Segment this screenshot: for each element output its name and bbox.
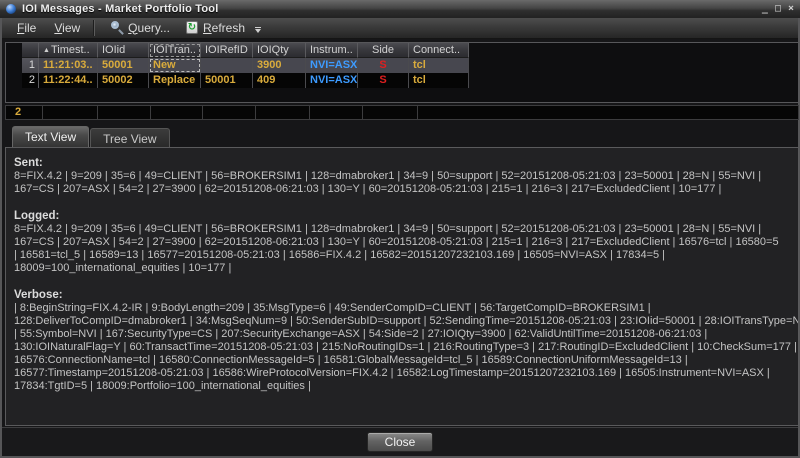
logged-section: Logged: 8=FIX.4.2 | 9=209 | 35=6 | 49=CL… — [14, 210, 790, 275]
column-header-ioitranstype[interactable]: IOITran.. — [149, 43, 201, 58]
row-number: 2 — [22, 73, 39, 88]
cell-connection[interactable]: tcl — [409, 58, 469, 73]
cell-timestamp[interactable]: 11:21:03.. — [39, 58, 98, 73]
cell-instrument[interactable]: NVI=ASX — [306, 58, 358, 73]
refresh-icon: ↻ — [186, 21, 198, 34]
cell-side[interactable]: S — [358, 58, 409, 73]
row-number-header — [22, 43, 39, 58]
cell-ioitranstype[interactable]: New — [149, 58, 201, 73]
cell-connection[interactable]: tcl — [409, 73, 469, 88]
table-row[interactable]: 1 11:21:03.. 50001 New 3900 NVI=ASX S tc… — [22, 58, 469, 73]
cell-ioiid[interactable]: 50002 — [98, 73, 149, 88]
footer-bar: Close — [2, 427, 798, 456]
fix-message-line: | 55:Symbol=NVI | 167:SecurityType=CS | … — [14, 328, 790, 341]
cell-side[interactable]: S — [358, 73, 409, 88]
query-button[interactable]: Query... — [102, 19, 178, 38]
sent-section: Sent: 8=FIX.4.2 | 9=209 | 35=6 | 49=CLIE… — [14, 157, 790, 196]
ioi-table: ▲Timest.. IOIid IOITran.. IOIRefID IOIQt… — [5, 42, 799, 103]
record-count-row: 2 — [5, 105, 799, 120]
window-title: IOI Messages - Market Portfolio Tool — [22, 3, 218, 15]
table-row[interactable]: 2 11:22:44.. 50002 Replace 50001 409 NVI… — [22, 73, 469, 88]
app-window: IOI Messages - Market Portfolio Tool _ □… — [0, 0, 800, 458]
menu-view[interactable]: View — [45, 19, 89, 38]
sort-ascending-icon: ▲ — [43, 47, 50, 54]
fix-message-line: 128:DeliverToCompID=dmabroker1 | 34:MsgS… — [14, 315, 790, 328]
row-number: 1 — [22, 58, 39, 73]
maximize-icon[interactable]: □ — [775, 3, 781, 15]
table-header-row: ▲Timest.. IOIid IOITran.. IOIRefID IOIQt… — [22, 43, 469, 58]
cell-ioiqty[interactable]: 409 — [253, 73, 306, 88]
cell-ioitranstype[interactable]: Replace — [149, 73, 201, 88]
app-icon — [6, 4, 16, 14]
sent-heading: Sent: — [14, 157, 790, 170]
fix-message-line: 17834:TgtID=5 | 18009:Portfolio=100_inte… — [14, 380, 790, 393]
column-header-timestamp[interactable]: ▲Timest.. — [39, 43, 98, 58]
refresh-button-label: Refresh — [203, 21, 245, 35]
search-icon — [110, 21, 123, 34]
tab-tree-view[interactable]: Tree View — [90, 128, 169, 147]
logged-heading: Logged: — [14, 210, 790, 223]
cell-timestamp[interactable]: 11:22:44.. — [39, 73, 98, 88]
tab-text-view[interactable]: Text View — [12, 126, 89, 147]
column-header-connection[interactable]: Connect.. — [409, 43, 469, 58]
cell-ioiqty[interactable]: 3900 — [253, 58, 306, 73]
fix-message-line: 8=FIX.4.2 | 9=209 | 35=6 | 49=CLIENT | 5… — [14, 223, 790, 236]
cell-ioiid[interactable]: 50001 — [98, 58, 149, 73]
fix-message-line: 8=FIX.4.2 | 9=209 | 35=6 | 49=CLIENT | 5… — [14, 170, 790, 183]
fix-message-line: 167=CS | 207=ASX | 54=2 | 27=3900 | 62=2… — [14, 236, 790, 249]
fix-message-line: 16576:ConnectionName=tcl | 16580:Connect… — [14, 354, 790, 367]
query-button-label: Query... — [128, 21, 170, 35]
verbose-section: Verbose: | 8:BeginString=FIX.4.2-IR | 9:… — [14, 289, 790, 393]
fix-message-line: | 8:BeginString=FIX.4.2-IR | 9:BodyLengt… — [14, 302, 790, 315]
menu-bar: File View Query... ↻ Refresh — [2, 18, 798, 39]
fix-message-line: | 16581=tcl_5 | 16589=13 | 16577=2015120… — [14, 249, 790, 262]
close-icon[interactable]: × — [788, 3, 794, 15]
minimize-icon[interactable]: _ — [762, 3, 768, 15]
fix-message-line: 130:IOINaturalFlag=Y | 60:TransactTime=2… — [14, 341, 790, 354]
fix-message-line: 16577:Timestamp=20151208-05:21:03 | 1658… — [14, 367, 790, 380]
record-count: 2 — [6, 106, 43, 119]
fix-message-line: 167=CS | 207=ASX | 54=2 | 27=3900 | 62=2… — [14, 183, 790, 196]
menu-file[interactable]: File — [8, 19, 45, 38]
fix-message-line: 18009=100_international_equities | 10=17… — [14, 262, 790, 275]
cell-ioirefid[interactable] — [201, 58, 253, 73]
text-view-panel: Sent: 8=FIX.4.2 | 9=209 | 35=6 | 49=CLIE… — [5, 147, 799, 426]
view-tabs: Text View Tree View — [12, 126, 171, 147]
verbose-heading: Verbose: — [14, 289, 790, 302]
toolbar-overflow-chevron-icon[interactable] — [255, 23, 261, 33]
cell-ioirefid[interactable]: 50001 — [201, 73, 253, 88]
cell-instrument[interactable]: NVI=ASX — [306, 73, 358, 88]
column-header-side[interactable]: Side — [358, 43, 409, 58]
refresh-button[interactable]: ↻ Refresh — [178, 19, 253, 38]
column-header-ioiid[interactable]: IOIid — [98, 43, 149, 58]
toolbar-separator — [93, 20, 95, 36]
column-header-ioirefid[interactable]: IOIRefID — [201, 43, 253, 58]
close-button[interactable]: Close — [367, 432, 433, 452]
title-bar: IOI Messages - Market Portfolio Tool _ □… — [0, 0, 800, 18]
column-header-instrument[interactable]: Instrum.. — [306, 43, 358, 58]
column-header-ioiqty[interactable]: IOIQty — [253, 43, 306, 58]
